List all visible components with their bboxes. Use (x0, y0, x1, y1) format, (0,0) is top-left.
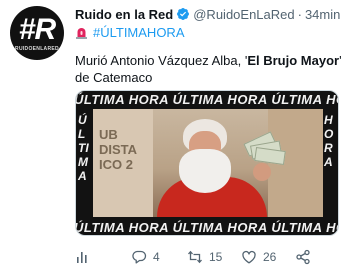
share-button[interactable] (295, 249, 311, 265)
avatar[interactable]: #R RUIDOENLARED (10, 6, 64, 60)
tweet-text: Murió Antonio Vázquez Alba, 'El Brujo Ma… (75, 52, 343, 86)
photo-person-hand (253, 163, 271, 181)
tweet-text-part: Murió Antonio Vázquez Alba, ' (75, 53, 248, 68)
analytics-icon (77, 252, 87, 263)
reply-button[interactable]: 4 (131, 249, 160, 265)
retweet-button[interactable]: 15 (187, 249, 222, 265)
tweet-header: Ruido en la Red @RuidoEnLaRed · 34min (75, 6, 340, 22)
tweet-timestamp[interactable]: 34min (305, 7, 340, 22)
siren-icon (75, 26, 88, 39)
breaking-news-banner-right: HORA (324, 113, 334, 169)
tweet-card[interactable]: #R RUIDOENLARED Ruido en la Red @RuidoEn… (0, 0, 350, 270)
avatar-logo-mark: #R (18, 13, 56, 46)
tweet-text-bold: El Brujo Mayor (247, 53, 340, 68)
author-handle[interactable]: @RuidoEnLaRed (193, 7, 294, 22)
news-photo: UB DISTA ICO 2 (93, 109, 323, 217)
breaking-news-banner-bottom: ÚLTIMA HORA ÚLTIMA HORA ÚLTIMA HORA ÚLTI… (75, 220, 338, 235)
author-display-name[interactable]: Ruido en la Red (75, 7, 173, 22)
photo-person-beard (179, 149, 231, 193)
retweet-count: 15 (209, 250, 223, 264)
reply-icon (132, 250, 147, 264)
like-button[interactable]: 26 (241, 249, 276, 265)
breaking-news-banner-left: ÚLTIMA (78, 113, 89, 183)
tweet-actions-bar: 4 15 26 (75, 248, 335, 266)
hashtag-row: #ÚLTIMAHORA (75, 24, 185, 40)
tweet-media-image[interactable]: ÚLTIMA HORA ÚLTIMA HORA ÚLTIMA HORA ÚLTI… (75, 90, 339, 236)
breaking-news-banner-top: ÚLTIMA HORA ÚLTIMA HORA ÚLTIMA HORA ÚLTI… (75, 92, 338, 107)
like-icon (242, 250, 256, 264)
photo-wall-sign: UB DISTA ICO 2 (99, 127, 137, 172)
hashtag-link[interactable]: #ÚLTIMAHORA (93, 25, 185, 40)
share-icon (296, 249, 310, 265)
photo-wall: UB DISTA ICO 2 (93, 109, 153, 217)
header-separator: · (297, 6, 302, 22)
avatar-logo-subtitle: RUIDOENLARED (15, 46, 59, 52)
analytics-button[interactable] (75, 249, 97, 265)
like-count: 26 (263, 250, 277, 264)
retweet-icon (188, 250, 202, 264)
reply-count: 4 (153, 250, 160, 264)
verified-badge-icon (176, 7, 190, 21)
